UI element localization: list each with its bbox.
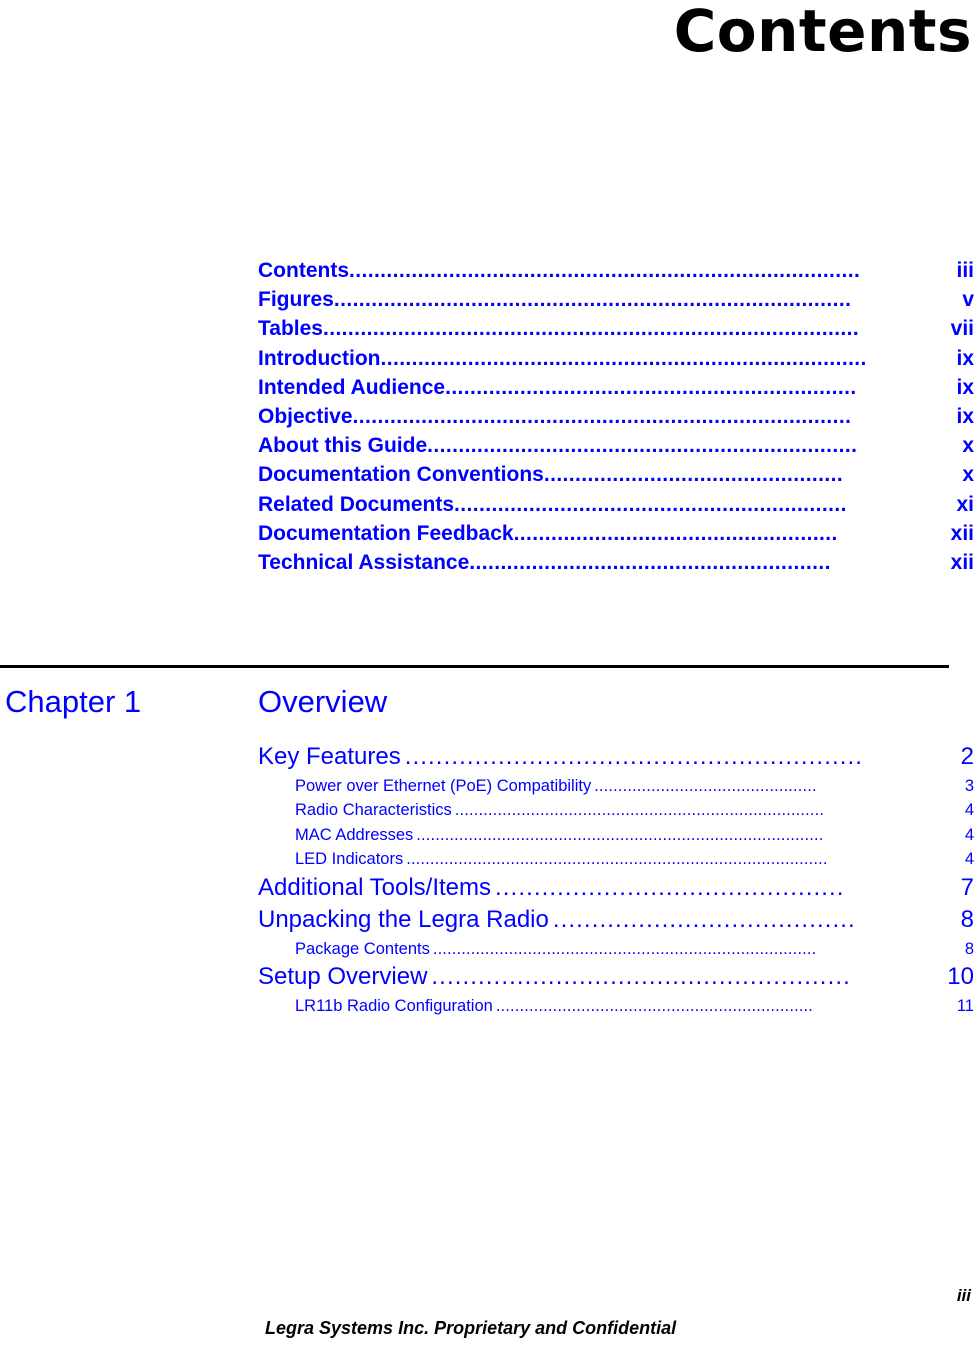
- chapter-toc-entry-label: Unpacking the Legra Radio: [258, 906, 549, 933]
- frontmatter-toc-entry-page-number: v: [962, 288, 974, 312]
- chapter-toc-entry-label: LED Indicators: [295, 850, 404, 868]
- frontmatter-toc-entry[interactable]: Contents................................…: [258, 256, 974, 285]
- frontmatter-toc-entry[interactable]: Tables..................................…: [258, 314, 974, 343]
- frontmatter-toc-entry[interactable]: Documentation Feedback .................…: [258, 519, 974, 548]
- chapter-toc-entry-page-number: 4: [964, 850, 974, 868]
- frontmatter-toc-entry-dot-leader: ........................................…: [322, 317, 860, 341]
- chapter-toc-entry-dot-leader: ........................................…: [495, 873, 845, 901]
- frontmatter-toc-entry-dot-leader: ........................................…: [513, 521, 838, 545]
- frontmatter-toc-entry-label: Introduction: [258, 346, 381, 370]
- chapter-divider-rule: [0, 665, 949, 668]
- footer-confidentiality-notice: Legra Systems Inc. Proprietary and Confi…: [265, 1318, 677, 1338]
- chapter-toc-entry-dot-leader: .......................................: [552, 906, 856, 933]
- chapter-toc-entry-dot-leader: ........................................…: [432, 939, 817, 958]
- frontmatter-toc-entry-label: Related Documents: [258, 492, 455, 516]
- chapter-toc-entry-dot-leader: ........................................…: [594, 776, 817, 795]
- frontmatter-toc-entry-page-number: ix: [956, 405, 974, 429]
- chapter-toc-entry[interactable]: Unpacking the Legra Radio ..............…: [258, 904, 974, 937]
- chapter-toc-entry[interactable]: Additional Tools/Items .................…: [258, 872, 974, 905]
- frontmatter-toc-entry[interactable]: Objective ..............................…: [258, 402, 974, 431]
- chapter-toc-entry[interactable]: MAC Addresses ..........................…: [258, 823, 974, 848]
- chapter-toc-entry-label: Power over Ethernet (PoE) Compatibility: [295, 776, 592, 795]
- frontmatter-toc-entry-dot-leader: ........................................…: [543, 463, 844, 487]
- footer-page-number: iii: [956, 1286, 971, 1305]
- chapter-toc-entry[interactable]: Power over Ethernet (PoE) Compatibility …: [258, 774, 974, 799]
- chapter-toc-entry-label: Key Features: [258, 743, 401, 770]
- chapter-heading: Chapter 1 Overview: [5, 683, 905, 721]
- chapter-toc-entry-page-number: 10: [947, 963, 974, 990]
- chapter-toc-entry-dot-leader: ........................................…: [404, 743, 864, 770]
- frontmatter-toc-entry-label: Intended Audience: [258, 375, 446, 399]
- chapter-toc-entry-label: MAC Addresses: [295, 825, 414, 844]
- chapter-toc-entry[interactable]: LR11b Radio Configuration ..............…: [258, 994, 974, 1019]
- frontmatter-toc-entry-dot-leader: ........................................…: [352, 405, 852, 429]
- chapter-toc-entry-dot-leader: ........................................…: [416, 825, 824, 844]
- chapter-toc-entry[interactable]: Package Contents .......................…: [258, 937, 974, 962]
- frontmatter-toc-entry-label: Tables: [258, 317, 323, 341]
- frontmatter-toc-entry[interactable]: Documentation Conventions ..............…: [258, 460, 974, 489]
- chapter-number-label: Chapter 1: [5, 684, 142, 719]
- chapter-toc-entry-page-number: 7: [960, 873, 974, 901]
- frontmatter-toc-entry-page-number: x: [962, 463, 974, 487]
- frontmatter-toc-entry-dot-leader: ........................................…: [380, 346, 867, 370]
- chapter-toc-entry-page-number: 8: [964, 939, 974, 958]
- frontmatter-toc-entry-dot-leader: ........................................…: [445, 375, 857, 399]
- frontmatter-toc-entry[interactable]: About this Guide .......................…: [258, 431, 974, 460]
- frontmatter-toc-entry[interactable]: Figures ................................…: [258, 285, 974, 314]
- chapter-toc-entry-dot-leader: ........................................…: [495, 996, 814, 1015]
- frontmatter-toc-entry-page-number: xii: [950, 551, 974, 575]
- chapter-toc-entry-page-number: 4: [964, 801, 974, 819]
- chapter-toc-entry-dot-leader: ........................................…: [431, 963, 851, 990]
- frontmatter-toc-entry[interactable]: Related Documents ......................…: [258, 490, 974, 519]
- frontmatter-toc-entry-label: Documentation Conventions: [258, 463, 544, 487]
- frontmatter-toc-entry-dot-leader: ........................................…: [454, 492, 847, 516]
- chapter-toc-entry[interactable]: Key Features ...........................…: [258, 741, 974, 774]
- chapter-toc-entry-dot-leader: ........................................…: [406, 850, 828, 868]
- frontmatter-toc-entry-label: Objective: [258, 405, 353, 429]
- chapter-toc-entry[interactable]: LED Indicators .........................…: [258, 847, 974, 872]
- frontmatter-toc-list: Contents................................…: [258, 256, 974, 577]
- frontmatter-toc-entry-label: Contents: [258, 259, 349, 282]
- frontmatter-toc-entry-dot-leader: ........................................…: [427, 434, 858, 458]
- frontmatter-toc-entry[interactable]: Introduction ...........................…: [258, 344, 974, 373]
- frontmatter-toc-entry-dot-leader: ........................................…: [333, 288, 852, 312]
- frontmatter-toc-entry-label: Documentation Feedback: [258, 521, 514, 545]
- chapter-name-label: Overview: [258, 684, 388, 719]
- frontmatter-toc-entry-page-number: vii: [950, 317, 974, 341]
- chapter-toc-entry-dot-leader: ........................................…: [454, 801, 825, 819]
- frontmatter-toc-entry-dot-leader: ........................................…: [469, 551, 831, 575]
- frontmatter-toc-entry[interactable]: Intended Audience ......................…: [258, 373, 974, 402]
- frontmatter-toc-entry-page-number: x: [962, 434, 974, 458]
- chapter-toc-entry-label: Additional Tools/Items: [258, 873, 492, 901]
- chapter-toc-entry-page-number: 8: [960, 906, 974, 933]
- frontmatter-toc-entry-page-number: ix: [956, 375, 974, 399]
- frontmatter-toc-entry-page-number: xi: [956, 492, 974, 516]
- chapter-toc-entry-page-number: 4: [964, 825, 974, 844]
- chapter-toc-entry-page-number: 3: [964, 776, 974, 795]
- frontmatter-toc-entry-label: About this Guide: [258, 434, 428, 458]
- chapter-toc-entry-label: LR11b Radio Configuration: [295, 996, 493, 1015]
- page-title: Contents: [673, 0, 972, 65]
- frontmatter-toc-entry-dot-leader: ........................................…: [349, 259, 861, 282]
- chapter-toc-entry[interactable]: Radio Characteristics ..................…: [258, 798, 974, 823]
- chapter-toc-entry-page-number: 11: [956, 996, 974, 1015]
- frontmatter-toc-entry[interactable]: Technical Assistance ...................…: [258, 548, 974, 577]
- frontmatter-toc-entry-page-number: ix: [956, 346, 974, 370]
- frontmatter-toc-entry-label: Technical Assistance: [258, 551, 470, 575]
- chapter-toc-list: Key Features ...........................…: [258, 741, 974, 1018]
- chapter-toc-entry-label: Package Contents: [295, 939, 430, 958]
- frontmatter-toc-entry-label: Figures: [258, 288, 334, 312]
- frontmatter-toc-entry-page-number: iii: [956, 259, 974, 282]
- frontmatter-toc-entry-page-number: xii: [950, 521, 974, 545]
- chapter-toc-entry-label: Setup Overview: [258, 963, 428, 990]
- chapter-toc-entry-label: Radio Characteristics: [295, 801, 452, 819]
- chapter-toc-entry-page-number: 2: [960, 743, 974, 770]
- chapter-toc-entry[interactable]: Setup Overview .........................…: [258, 961, 974, 994]
